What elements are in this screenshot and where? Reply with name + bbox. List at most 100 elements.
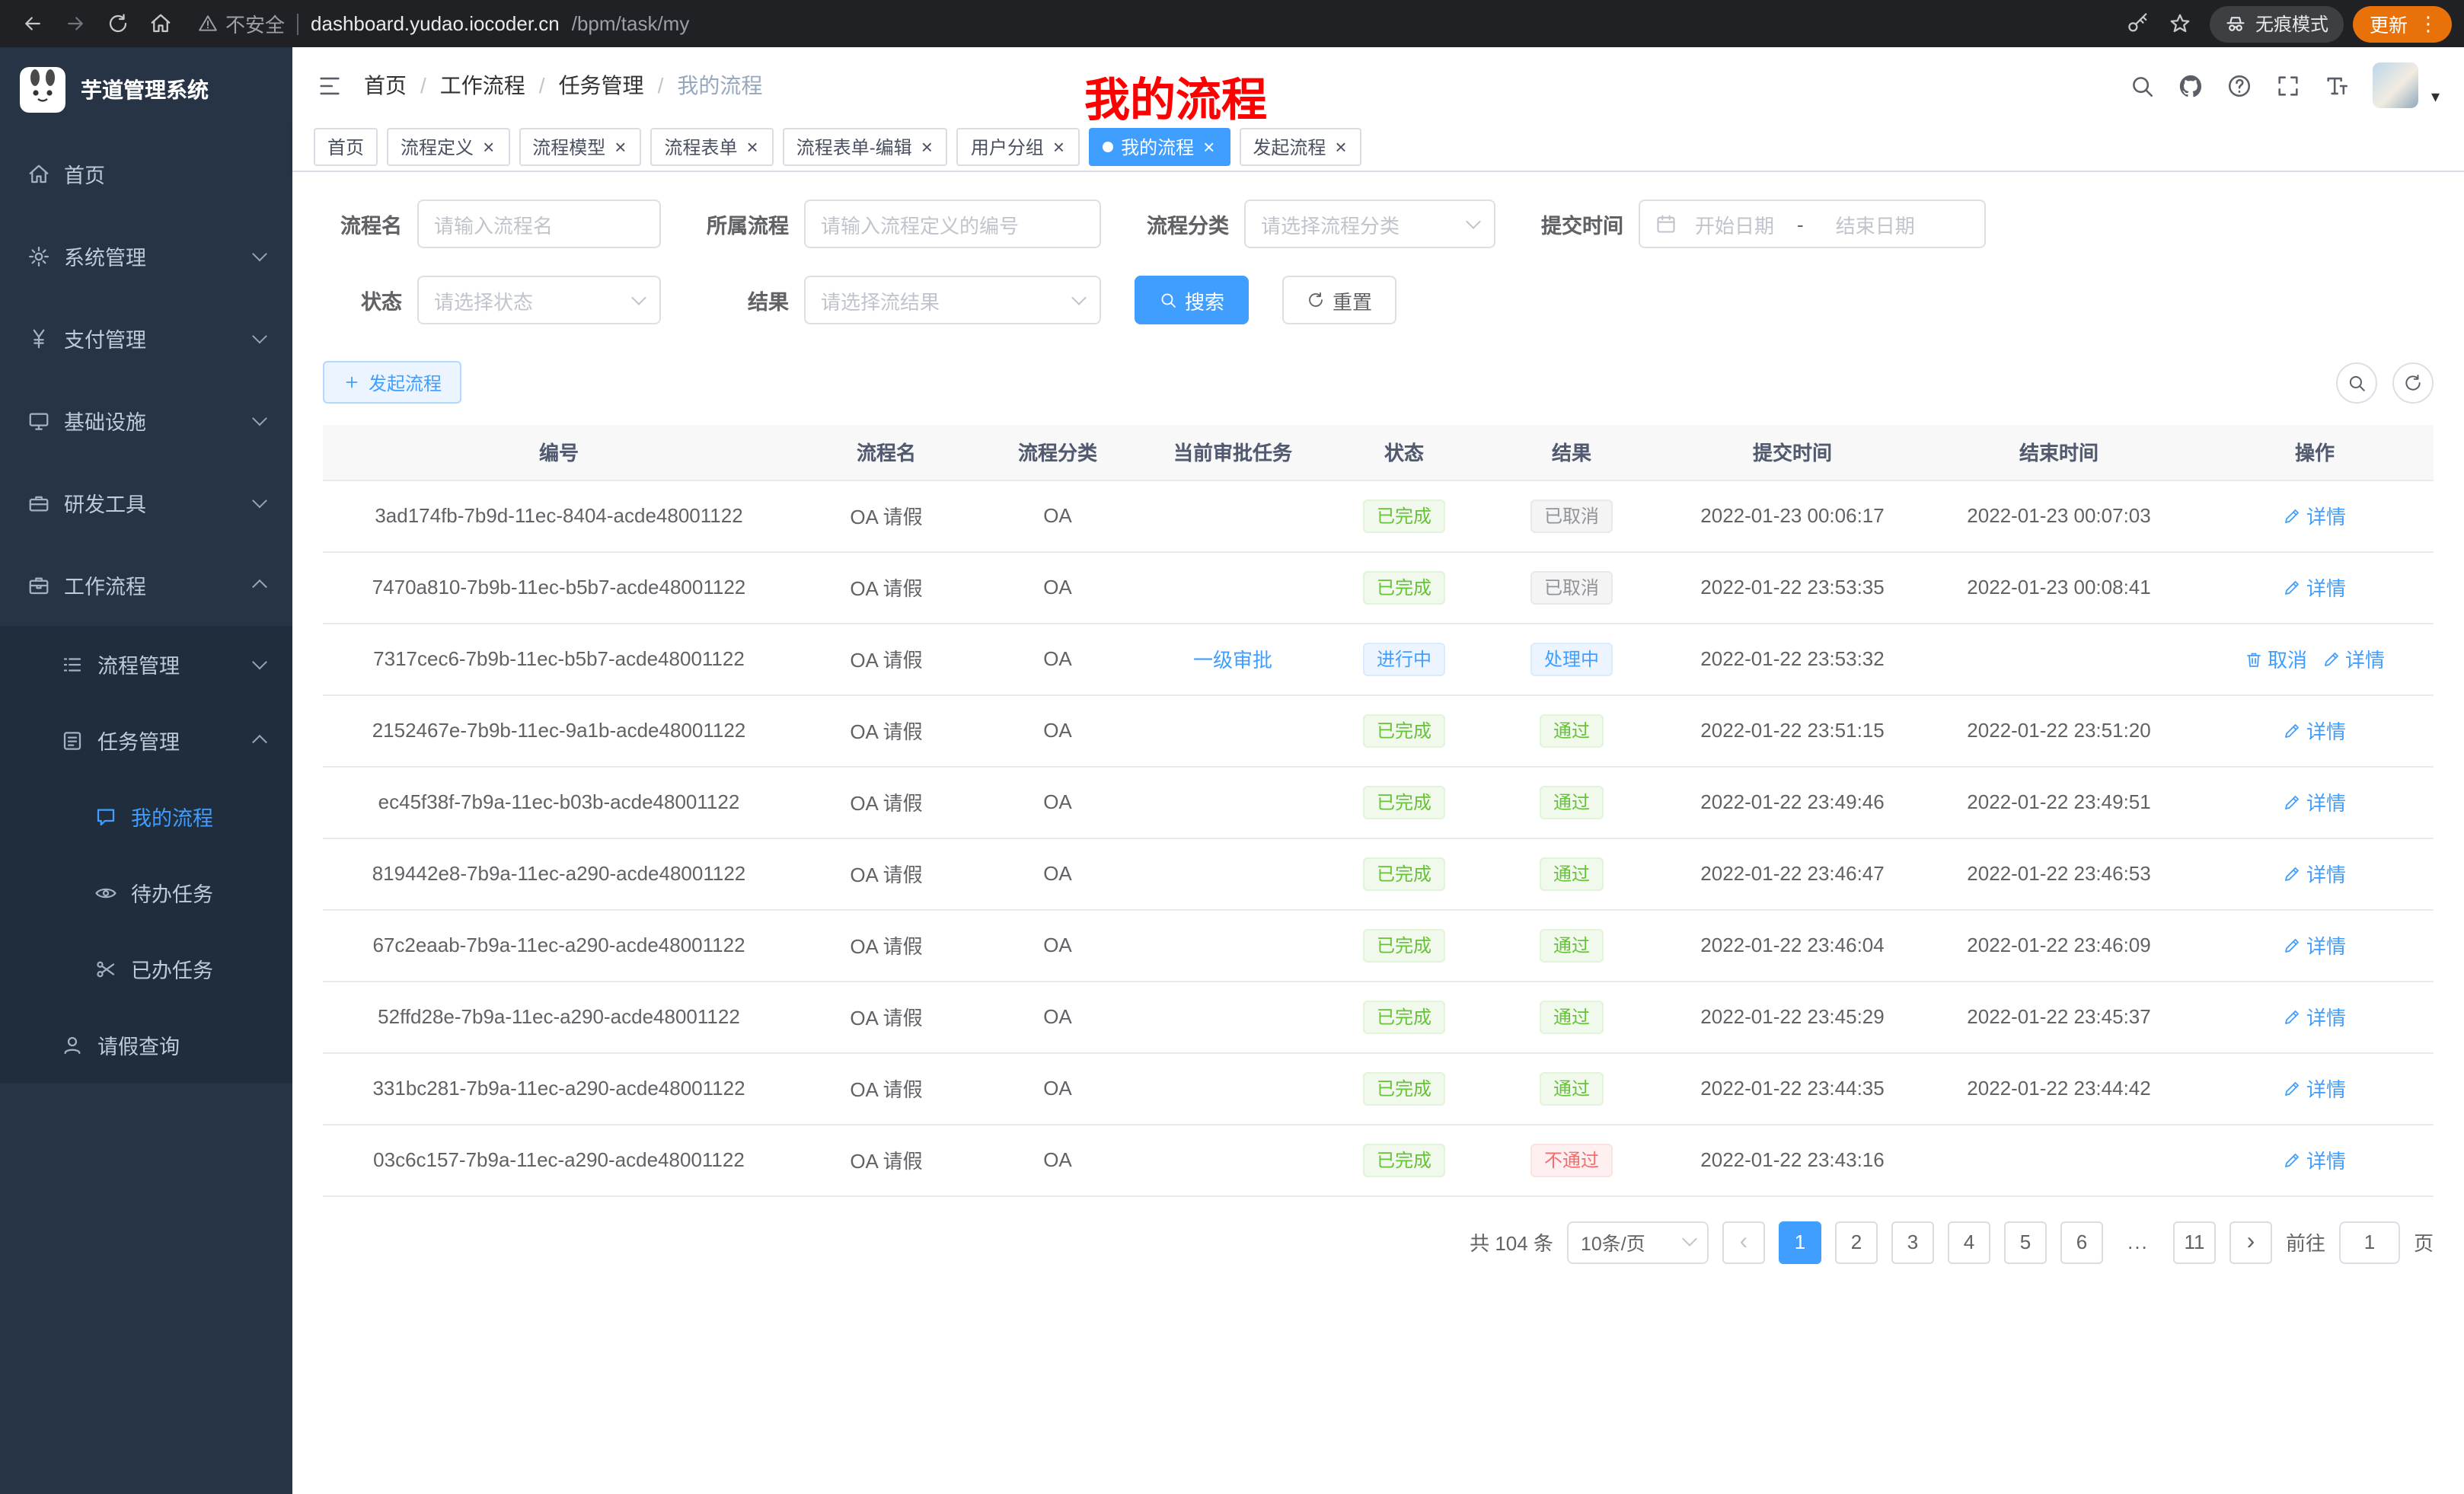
forward-button[interactable]	[55, 5, 94, 42]
tasks-icon	[61, 729, 84, 752]
sidebar-item-0[interactable]: 首页	[0, 132, 292, 215]
chevron-up-icon	[252, 579, 267, 595]
sidebar-item-6[interactable]: 流程管理	[0, 626, 292, 702]
avatar-caret-icon[interactable]: ▾	[2431, 87, 2440, 108]
detail-link[interactable]: 详情	[2284, 501, 2346, 530]
goto-page-input[interactable]: 1	[2339, 1221, 2400, 1263]
address-bar[interactable]: 不安全 dashboard.yudao.iocoder.cn/bpm/task/…	[183, 4, 2115, 43]
refresh-table-button[interactable]	[2392, 362, 2434, 403]
tab-close-icon[interactable]: ×	[920, 137, 934, 157]
detail-link[interactable]: 详情	[2284, 1145, 2346, 1174]
breadcrumb-item-0[interactable]: 首页	[364, 70, 407, 101]
breadcrumb-item-1[interactable]: 工作流程	[440, 70, 525, 101]
key-icon	[2127, 12, 2150, 35]
edit-icon	[2284, 864, 2302, 883]
avatar[interactable]	[2373, 62, 2419, 108]
detail-link[interactable]: 详情	[2322, 644, 2385, 673]
sidebar-item-8[interactable]: 我的流程	[0, 778, 292, 854]
detail-link[interactable]: 详情	[2284, 787, 2346, 816]
tab-close-icon[interactable]: ×	[1052, 137, 1066, 157]
sidebar-item-4[interactable]: 研发工具	[0, 461, 292, 544]
cell-actions: 详情	[2196, 1124, 2434, 1196]
hamburger-icon[interactable]	[317, 72, 343, 98]
view-tab-5[interactable]: 用户分组×	[957, 128, 1080, 166]
page-button-3[interactable]: 3	[1891, 1221, 1934, 1263]
view-tab-4[interactable]: 流程表单-编辑×	[783, 128, 948, 166]
arrow-right-icon	[63, 12, 86, 35]
calendar-icon	[1655, 213, 1677, 235]
update-button[interactable]: 更新 ⋮	[2353, 5, 2452, 42]
page-button-11[interactable]: 11	[2173, 1221, 2216, 1263]
detail-link[interactable]: 详情	[2284, 716, 2346, 745]
view-tab-6[interactable]: 我的流程×	[1089, 128, 1230, 166]
sidebar-item-11[interactable]: 请假查询	[0, 1007, 292, 1083]
detail-link[interactable]: 详情	[2284, 573, 2346, 602]
search-button[interactable]: 搜索	[1135, 276, 1249, 324]
page-button-2[interactable]: 2	[1835, 1221, 1878, 1263]
sidebar-item-2[interactable]: 支付管理	[0, 297, 292, 379]
prev-page-button[interactable]: ‹	[1722, 1221, 1765, 1263]
page-button-1[interactable]: 1	[1779, 1221, 1821, 1263]
passwords-key-icon[interactable]	[2118, 5, 2158, 42]
result-select[interactable]: 请选择流结果	[804, 276, 1101, 324]
reload-button[interactable]	[97, 5, 137, 42]
font-size-icon[interactable]	[2325, 72, 2351, 98]
detail-link[interactable]: 详情	[2284, 1074, 2346, 1103]
tab-close-icon[interactable]: ×	[613, 137, 627, 157]
github-icon[interactable]	[2178, 72, 2204, 98]
create-process-button[interactable]: 发起流程	[323, 361, 461, 404]
home-button[interactable]	[140, 5, 180, 42]
page-button-5[interactable]: 5	[2004, 1221, 2047, 1263]
next-page-button[interactable]: ›	[2229, 1221, 2272, 1263]
tab-close-icon[interactable]: ×	[481, 137, 496, 157]
detail-link[interactable]: 详情	[2284, 931, 2346, 959]
tab-close-icon[interactable]: ×	[1333, 137, 1348, 157]
cell-category: OA	[978, 1124, 1138, 1196]
sidebar-item-9[interactable]: 待办任务	[0, 854, 292, 931]
back-button[interactable]	[12, 5, 52, 42]
view-tab-0[interactable]: 首页	[314, 128, 378, 166]
view-tab-1[interactable]: 流程定义×	[387, 128, 509, 166]
status-select[interactable]: 请选择状态	[417, 276, 661, 324]
help-icon[interactable]	[2227, 72, 2253, 98]
reset-button[interactable]: 重置	[1282, 276, 1396, 324]
detail-link[interactable]: 详情	[2284, 1002, 2346, 1031]
filter-group-category: 流程分类 请选择流程分类	[1135, 200, 1495, 248]
cell-category: OA	[978, 480, 1138, 551]
github-icon	[2178, 72, 2204, 98]
logo-row[interactable]: 芋道管理系统	[0, 47, 292, 132]
chevron-down-icon	[1466, 213, 1481, 228]
process-name-input[interactable]: 请输入流程名	[417, 200, 661, 248]
edit-icon	[2284, 793, 2302, 811]
fullscreen-icon[interactable]	[2276, 72, 2302, 98]
view-tab-3[interactable]: 流程表单×	[650, 128, 773, 166]
page-button-4[interactable]: 4	[1948, 1221, 1990, 1263]
page-button-6[interactable]: 6	[2060, 1221, 2103, 1263]
page-ellipsis[interactable]: ...	[2117, 1221, 2159, 1263]
page-size-select[interactable]: 10条/页	[1567, 1221, 1709, 1263]
toggle-search-button[interactable]	[2336, 362, 2377, 403]
search-icon[interactable]	[2130, 72, 2156, 98]
cancel-link[interactable]: 取消	[2245, 644, 2307, 673]
category-select[interactable]: 请选择流程分类	[1244, 200, 1495, 248]
tab-close-icon[interactable]: ×	[745, 137, 760, 157]
action-label: 详情	[2306, 573, 2346, 602]
sidebar-item-3[interactable]: 基础设施	[0, 379, 292, 461]
tab-close-icon[interactable]: ×	[1202, 137, 1216, 157]
browser-menu-kebab-icon[interactable]: ⋮	[2412, 11, 2444, 36]
create-process-label: 发起流程	[369, 369, 442, 395]
bookmark-star-icon[interactable]	[2161, 5, 2201, 42]
sidebar-item-1[interactable]: 系统管理	[0, 215, 292, 297]
security-status[interactable]: 不安全	[198, 9, 285, 38]
view-tab-2[interactable]: 流程模型×	[519, 128, 641, 166]
breadcrumb-item-2[interactable]: 任务管理	[559, 70, 644, 101]
sidebar-item-10[interactable]: 已办任务	[0, 931, 292, 1007]
parent-process-input[interactable]: 请输入流程定义的编号	[804, 200, 1101, 248]
detail-link[interactable]: 详情	[2284, 859, 2346, 888]
current-task-link[interactable]: 一级审批	[1193, 644, 1272, 673]
sidebar-item-label: 工作流程	[64, 570, 146, 600]
sidebar-item-5[interactable]: 工作流程	[0, 544, 292, 626]
view-tab-7[interactable]: 发起流程×	[1239, 128, 1361, 166]
sidebar-item-7[interactable]: 任务管理	[0, 702, 292, 778]
submit-time-range-picker[interactable]: 开始日期 - 结束日期	[1639, 200, 1986, 248]
